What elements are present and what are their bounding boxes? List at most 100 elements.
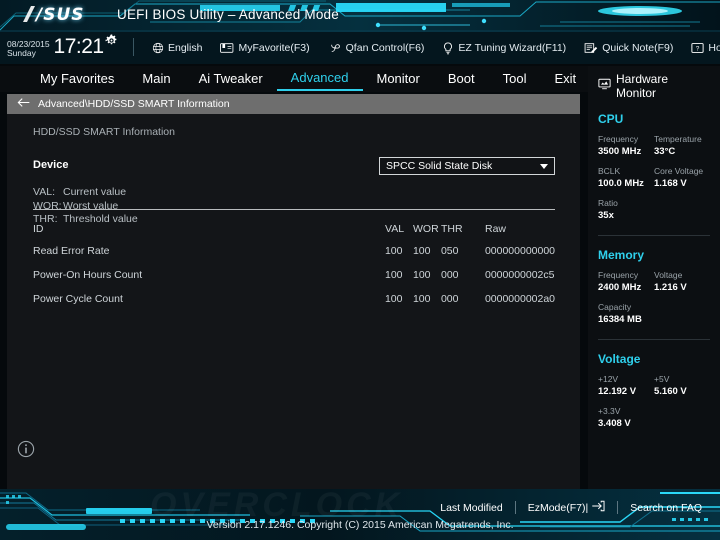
cpu-row-2: BCLK 100.0 MHz Core Voltage 1.168 V (598, 165, 710, 190)
toolbar-item-quick-note[interactable]: Quick Note(F9) (575, 42, 682, 54)
sidebar-divider (598, 235, 710, 236)
metric-key: BCLK (598, 166, 621, 176)
cell-thr: 000 (440, 293, 459, 305)
metric-value: 3.408 V (598, 418, 631, 429)
tab-tool[interactable]: Tool (489, 68, 541, 90)
column-header-thr: THR (441, 222, 463, 235)
memory-row-1: Frequency 2400 MHz Voltage 1.216 V (598, 269, 710, 294)
smart-table: ID VAL WOR THR Raw Read Error Rate 100 1… (33, 218, 555, 311)
svg-text:?: ? (696, 46, 700, 53)
column-header-val: VAL (385, 222, 405, 235)
voltage-12v: +12V 12.192 V (598, 373, 654, 398)
table-row[interactable]: Read Error Rate 100 100 050 000000000000 (33, 239, 555, 263)
toolbar-item-label: Quick Note(F9) (602, 42, 674, 54)
tab-advanced[interactable]: Advanced (276, 67, 363, 91)
version-text: Version 2.17.1246. Copyright (C) 2015 Am… (206, 519, 514, 531)
gear-icon[interactable] (105, 34, 118, 52)
table-header-row: ID VAL WOR THR Raw (33, 218, 555, 239)
column-header-id: ID (33, 222, 44, 235)
table-row[interactable]: Power Cycle Count 100 100 000 0000000002… (33, 287, 555, 311)
arrow-right-box-icon (591, 500, 605, 515)
cell-wor: 100 (413, 269, 431, 281)
column-header-wor: WOR (413, 222, 439, 235)
breadcrumb[interactable]: Advanced\HDD/SSD SMART Information (7, 94, 580, 114)
tab-my-favorites[interactable]: My Favorites (26, 68, 128, 90)
toolbar-item-label: MyFavorite(F3) (238, 42, 310, 54)
device-row: Device SPCC Solid State Disk (33, 157, 555, 175)
toolbar-item-ez-tuning-wizard[interactable]: EZ Tuning Wizard(F11) (433, 41, 575, 55)
metric-key: +3.3V (598, 406, 621, 416)
toolbar-items: English MyFavorite(F3) Qfan Control(F6) … (143, 33, 720, 63)
device-select-value: SPCC Solid State Disk (386, 160, 493, 172)
breadcrumb-path: Advanced\HDD/SSD SMART Information (38, 98, 230, 110)
metric-value: 1.168 V (654, 178, 687, 189)
device-select[interactable]: SPCC Solid State Disk (379, 157, 555, 175)
metric-key: Voltage (654, 270, 683, 280)
sidebar-section-voltage-title: Voltage (598, 352, 641, 366)
sidebar-section-cpu-title: CPU (598, 112, 624, 126)
info-icon[interactable] (17, 440, 35, 463)
asus-logo-mark (23, 6, 35, 22)
page-title: HDD/SSD SMART Information (33, 126, 175, 138)
cpu-temperature: Temperature 33°C (654, 133, 710, 158)
tab-exit[interactable]: Exit (540, 68, 590, 90)
cpu-row-3: Ratio 35x (598, 197, 710, 222)
lightbulb-icon (442, 41, 454, 55)
arrow-left-icon[interactable] (17, 95, 30, 113)
toolbar-item-myfavorite[interactable]: MyFavorite(F3) (211, 42, 318, 54)
cpu-frequency: Frequency 3500 MHz (598, 133, 654, 158)
memory-frequency: Frequency 2400 MHz (598, 269, 654, 294)
cell-wor: 100 (412, 245, 431, 257)
cell-val: 100 (385, 269, 403, 281)
table-divider (33, 209, 555, 210)
cell-val: 100 (384, 293, 403, 305)
metric-key: Core Voltage (654, 166, 704, 176)
question-key-icon: ? (691, 42, 704, 54)
asus-logo: /SUS (36, 5, 85, 25)
voltage-5v: +5V 5.160 V (654, 373, 710, 398)
monitor-icon (598, 77, 611, 95)
footer-link-last-modified[interactable]: Last Modified (428, 502, 514, 514)
clock-area: 08/23/2015 Sunday 17:21 (7, 33, 118, 61)
toolbar-item-english[interactable]: English (143, 42, 211, 54)
legend-key: VAL: (33, 186, 55, 198)
metric-value: 1.216 V (654, 282, 687, 293)
metric-value: 33°C (654, 146, 676, 157)
table-row[interactable]: Power-On Hours Count 100 100 000 0000000… (33, 263, 555, 287)
cell-id: Read Error Rate (33, 245, 110, 257)
toolbar-item-hot-keys[interactable]: ? Hot Keys (682, 42, 720, 54)
toolbar-item-qfan-control[interactable]: Qfan Control(F6) (319, 42, 434, 54)
footer-link-ezmode[interactable]: EzMode(F7)| (516, 500, 618, 515)
cell-wor: 100 (412, 293, 431, 305)
tab-ai-tweaker[interactable]: Ai Tweaker (185, 68, 277, 90)
memory-voltage: Voltage 1.216 V (654, 269, 710, 294)
tab-monitor[interactable]: Monitor (363, 68, 434, 90)
metric-key: Ratio (598, 198, 618, 208)
chevron-down-icon (540, 163, 548, 169)
main-content-panel: HDD/SSD SMART Information Device SPCC So… (7, 114, 580, 489)
sidebar-title: Hardware Monitor (616, 72, 669, 100)
cpu-row-1: Frequency 3500 MHz Temperature 33°C (598, 133, 710, 158)
metric-value: 3500 MHz (598, 146, 642, 157)
toolbar-separator (133, 38, 134, 56)
metric-key: Capacity (598, 302, 632, 312)
time-text: 17:21 (53, 35, 105, 58)
app-title: UEFI BIOS Utility – Advanced Mode (117, 7, 339, 22)
top-banner: /SUS UEFI BIOS Utility – Advanced Mode (0, 0, 720, 32)
cell-raw: 0000000002a0 (484, 293, 556, 305)
legend-text: Current value (63, 186, 127, 198)
cell-raw: 000000000000 (484, 245, 556, 257)
banner-circuit-art (0, 0, 720, 32)
weekday-text: Sunday (7, 47, 36, 58)
tab-main[interactable]: Main (128, 68, 184, 90)
toolbar-item-label: English (168, 42, 203, 54)
fan-icon (328, 42, 342, 54)
cell-val: 100 (384, 245, 403, 257)
metric-value: 100.0 MHz (598, 178, 644, 189)
cell-thr: 000 (441, 269, 459, 281)
hardware-monitor-sidebar: Hardware Monitor CPU Frequency 3500 MHz … (588, 66, 720, 489)
hardware-monitor-header: Hardware Monitor (598, 66, 710, 100)
footer-link-search-on-faq[interactable]: Search on FAQ (618, 502, 714, 514)
tab-boot[interactable]: Boot (434, 68, 489, 90)
column-header-raw: Raw (485, 222, 507, 235)
